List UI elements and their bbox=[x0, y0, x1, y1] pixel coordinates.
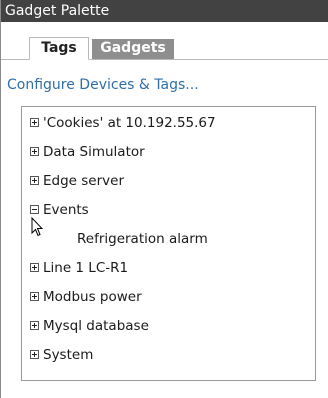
tree-item-label: Mysql database bbox=[43, 318, 149, 334]
tree-item-label: Events bbox=[43, 202, 89, 218]
tab-strip: Tags Gadgets bbox=[1, 32, 328, 60]
collapse-minus-icon[interactable] bbox=[30, 204, 39, 214]
configure-devices-tags-link[interactable]: Configure Devices & Tags... bbox=[7, 77, 199, 93]
expand-plus-icon[interactable] bbox=[30, 320, 39, 330]
tab-tags[interactable]: Tags bbox=[29, 37, 89, 60]
tree-item-label: Line 1 LC-R1 bbox=[43, 260, 129, 276]
tree-item-label: Data Simulator bbox=[43, 144, 145, 160]
tree-item-label: System bbox=[43, 347, 94, 363]
tree-child-refrigeration-alarm[interactable]: Refrigeration alarm bbox=[77, 229, 208, 249]
expand-plus-icon[interactable] bbox=[30, 291, 39, 301]
tree-item-label: 'Cookies' at 10.192.55.67 bbox=[43, 115, 216, 131]
tree-item-cookies[interactable]: 'Cookies' at 10.192.55.67 bbox=[30, 113, 216, 133]
tab-gadgets[interactable]: Gadgets bbox=[92, 39, 174, 59]
palette-titlebar: Gadget Palette bbox=[1, 0, 328, 22]
tree-item-line-1[interactable]: Line 1 LC-R1 bbox=[30, 258, 128, 278]
mouse-pointer-icon bbox=[31, 217, 43, 237]
expand-plus-icon[interactable] bbox=[30, 262, 39, 272]
gadget-palette-panel: Gadget Palette Tags Gadgets Configure De… bbox=[0, 0, 328, 398]
tree-item-system[interactable]: System bbox=[30, 345, 93, 365]
tree-item-label: Edge server bbox=[43, 173, 124, 189]
tree-item-modbus-power[interactable]: Modbus power bbox=[30, 287, 142, 307]
tag-tree: 'Cookies' at 10.192.55.67 Data Simulator… bbox=[21, 106, 316, 381]
tree-item-mysql-database[interactable]: Mysql database bbox=[30, 316, 149, 336]
expand-plus-icon[interactable] bbox=[30, 146, 39, 156]
expand-plus-icon[interactable] bbox=[30, 175, 39, 185]
expand-plus-icon[interactable] bbox=[30, 349, 39, 359]
tree-item-edge-server[interactable]: Edge server bbox=[30, 171, 124, 191]
tree-item-label: Modbus power bbox=[43, 289, 142, 305]
tree-item-data-simulator[interactable]: Data Simulator bbox=[30, 142, 145, 162]
expand-plus-icon[interactable] bbox=[30, 117, 39, 127]
palette-title: Gadget Palette bbox=[5, 3, 110, 19]
